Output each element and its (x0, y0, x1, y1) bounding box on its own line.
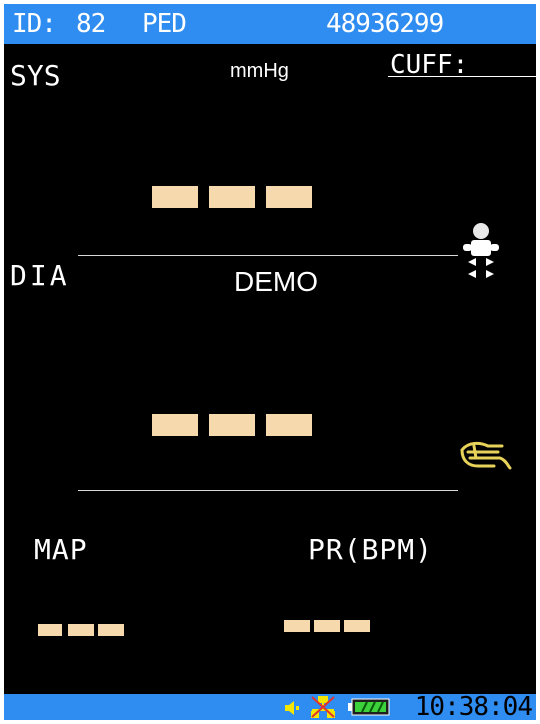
battery-icon (348, 698, 390, 716)
status-bar: 10:38:04 (4, 692, 536, 720)
demo-mode-label: DEMO (234, 266, 318, 297)
network-disconnected-icon (311, 696, 335, 718)
sys-dia-divider (78, 255, 458, 256)
sys-label: SYS (10, 59, 61, 92)
dia-dash (266, 414, 312, 436)
patient-type[interactable]: PED (142, 8, 187, 40)
pressure-unit: mmHg (230, 60, 289, 82)
speaker-icon[interactable] (284, 700, 300, 716)
pr-dash (314, 620, 340, 632)
clock-time: 10:38:04 (414, 692, 533, 720)
dia-dash (152, 414, 198, 436)
cuff-hand-icon (460, 441, 512, 470)
serial-number: 48936299 (326, 9, 444, 39)
map-label: MAP (34, 533, 88, 566)
sys-dash (152, 186, 198, 208)
pr-dash (284, 620, 310, 632)
cuff-underline (388, 76, 536, 77)
map-dash (98, 624, 124, 636)
monitor-screen: ID: 82 PED 48936299 SYS mmHg CUFF: DIA D… (4, 4, 536, 720)
sys-dash (209, 186, 255, 208)
dia-label: DIA (10, 259, 70, 292)
dia-map-divider (78, 490, 458, 491)
pediatric-patient-icon (463, 223, 499, 278)
patient-id-value: 82 (76, 9, 106, 39)
dia-dash (209, 414, 255, 436)
pr-label: PR(BPM) (308, 533, 434, 566)
map-dash (68, 624, 94, 636)
map-dash (38, 624, 62, 636)
patient-id-label: ID: (12, 9, 57, 39)
sys-dash (266, 186, 312, 208)
pr-dash (344, 620, 370, 632)
header-bar: ID: 82 PED 48936299 (4, 4, 536, 44)
